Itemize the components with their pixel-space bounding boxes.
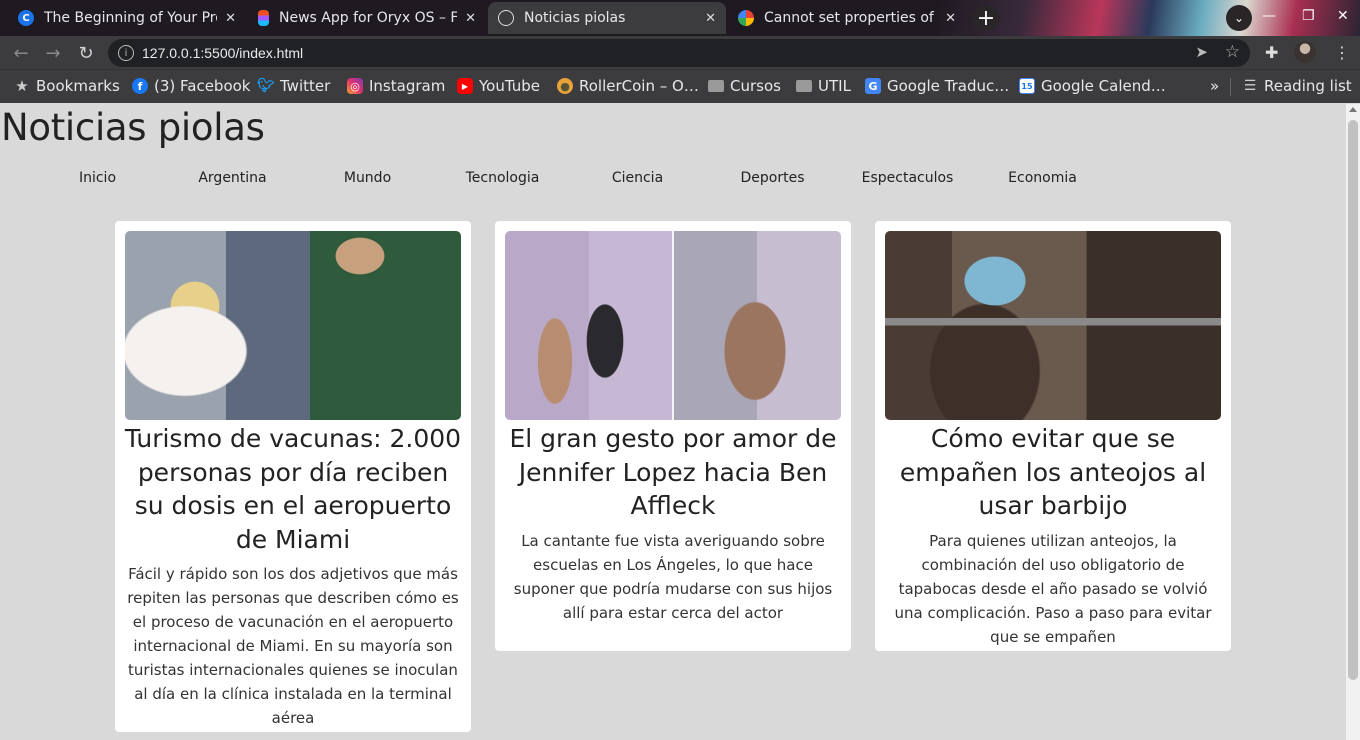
bookmark-folder-cursos[interactable]: Cursos (708, 77, 781, 95)
bookmark-label: Bookmarks (36, 77, 120, 95)
bookmark-folder-util[interactable]: UTIL (796, 77, 851, 95)
bookmark-label: (3) Facebook (154, 77, 251, 95)
folder-icon (708, 80, 724, 92)
nav-link-economia[interactable]: Economia (975, 170, 1110, 186)
reading-list-label: Reading list (1264, 77, 1352, 95)
tab-search-button[interactable]: ⌄ (1226, 5, 1252, 31)
nav-link-ciencia[interactable]: Ciencia (570, 170, 705, 186)
figma-icon (258, 10, 269, 26)
facebook-icon: f (132, 78, 148, 94)
page-scrollbar[interactable] (1346, 104, 1360, 740)
bookmark-label: YouTube (479, 77, 540, 95)
tab-news-app-figma[interactable]: News App for Oryx OS – Fi ✕ (248, 2, 486, 34)
youtube-icon: ▶ (457, 78, 473, 94)
tab-beginning[interactable]: C The Beginning of Your Pro ✕ (8, 2, 246, 34)
globe-icon (498, 10, 514, 26)
tab-strip: C The Beginning of Your Pro ✕ News App f… (0, 0, 1360, 36)
instagram-icon: ◎ (347, 78, 363, 94)
bookmark-youtube[interactable]: ▶ YouTube (457, 77, 540, 95)
rollercoin-icon: ● (557, 78, 573, 94)
reload-icon[interactable]: ↻ (73, 40, 99, 66)
extensions-puzzle-icon[interactable]: ✚ (1265, 43, 1278, 62)
tab-cannot-set-properties[interactable]: Cannot set properties of r ✕ (728, 2, 966, 34)
overflow-chevron-icon: » (1210, 77, 1220, 95)
scrollbar-thumb[interactable] (1348, 120, 1358, 680)
close-tab-icon[interactable]: ✕ (705, 11, 716, 26)
bookmark-label: Instagram (369, 77, 446, 95)
bookmark-label: Google Calend… (1041, 77, 1166, 95)
bookmark-label: RollerCoin – O… (579, 77, 699, 95)
tab-title: Noticias piolas (524, 10, 626, 26)
star-icon: ★ (15, 77, 29, 95)
bookmark-label: Cursos (730, 77, 781, 95)
google-calendar-icon: 15 (1019, 78, 1035, 94)
nav-link-inicio[interactable]: Inicio (30, 170, 165, 186)
reading-list-icon: ☰ (1243, 78, 1257, 94)
folder-icon (796, 80, 812, 92)
bookmark-instagram[interactable]: ◎ Instagram (347, 77, 445, 95)
bookmark-label: Twitter (280, 77, 331, 95)
bookmark-twitter[interactable]: 🐦︎ Twitter (257, 77, 331, 95)
browser-toolbar: ← → ↻ i 127.0.0.1:5500/index.html ➤ ☆ ✚ … (0, 36, 1360, 69)
bookmark-facebook[interactable]: f (3) Facebook (132, 77, 251, 95)
twitter-icon: 🐦︎ (257, 78, 275, 94)
bookmark-rollercoin[interactable]: ● RollerCoin – O… (557, 77, 699, 95)
nav-link-tecnologia[interactable]: Tecnologia (435, 170, 570, 186)
tab-title: The Beginning of Your Pro (44, 10, 218, 26)
news-card[interactable]: Turismo de vacunas: 2.000 personas por d… (115, 221, 471, 732)
reading-list-button[interactable]: ☰ Reading list (1242, 77, 1352, 95)
news-card-title[interactable]: El gran gesto por amor de Jennifer Lopez… (501, 422, 845, 523)
url-text[interactable]: 127.0.0.1:5500/index.html (142, 45, 303, 61)
close-tab-icon[interactable]: ✕ (945, 11, 956, 26)
tab-noticias-piolas[interactable]: Noticias piolas ✕ (488, 2, 726, 34)
nav-link-espectaculos[interactable]: Espectaculos (840, 170, 975, 186)
site-title: Noticias piolas (1, 106, 265, 149)
nav-link-deportes[interactable]: Deportes (705, 170, 840, 186)
google-translate-icon: G (865, 78, 881, 94)
address-bar[interactable]: i 127.0.0.1:5500/index.html ➤ ☆ (108, 39, 1250, 67)
news-card-summary: Para quienes utilizan anteojos, la combi… (894, 532, 1212, 646)
news-card-summary: La cantante fue vista averiguando sobre … (513, 532, 833, 622)
google-icon (738, 10, 754, 26)
tab-title: News App for Oryx OS – Fi (279, 10, 458, 26)
bookmark-bookmarks[interactable]: ★ Bookmarks (14, 77, 120, 95)
minimize-icon[interactable]: — (1262, 8, 1276, 24)
close-tab-icon[interactable]: ✕ (465, 11, 476, 26)
profile-avatar[interactable] (1294, 41, 1316, 63)
bookmarks-overflow-button[interactable]: » (1210, 77, 1219, 95)
send-to-device-icon[interactable]: ➤ (1195, 43, 1208, 61)
jlo-ben-affleck-photo[interactable] (505, 231, 841, 420)
c-favicon-icon: C (18, 10, 34, 26)
news-card-title[interactable]: Cómo evitar que se empañen los anteojos … (881, 422, 1225, 523)
new-tab-button[interactable]: + (972, 5, 1000, 31)
scroll-up-arrow-icon[interactable] (1349, 107, 1357, 112)
news-card[interactable]: El gran gesto por amor de Jennifer Lopez… (495, 221, 851, 651)
close-tab-icon[interactable]: ✕ (225, 11, 236, 26)
bookmark-google-translate[interactable]: G Google Traduc… (865, 77, 1009, 95)
menu-kebab-icon[interactable]: ⋮ (1334, 43, 1350, 62)
forward-icon[interactable]: → (40, 40, 66, 66)
bookmark-label: Google Traduc… (887, 77, 1010, 95)
close-window-icon[interactable]: ✕ (1337, 8, 1349, 24)
theme-artwork (940, 0, 1360, 36)
page-viewport: Noticias piolas Inicio Argentina Mundo T… (0, 104, 1346, 740)
bookmarks-divider (1230, 78, 1231, 96)
tab-title: Cannot set properties of r (764, 10, 938, 26)
back-icon[interactable]: ← (8, 40, 34, 66)
bookmark-star-icon[interactable]: ☆ (1225, 42, 1240, 62)
vaccination-photo[interactable] (125, 231, 461, 420)
bookmark-google-calendar[interactable]: 15 Google Calend… (1019, 77, 1166, 95)
news-card-summary: Fácil y rápido son los dos adjetivos que… (127, 565, 459, 727)
site-info-icon[interactable]: i (118, 45, 134, 61)
bookmarks-bar: ★ Bookmarks f (3) Facebook 🐦︎ Twitter ◎ … (0, 69, 1360, 103)
nav-link-argentina[interactable]: Argentina (165, 170, 300, 186)
maximize-icon[interactable]: ❐ (1302, 8, 1315, 24)
face-shield-photo[interactable] (885, 231, 1221, 420)
news-card[interactable]: Cómo evitar que se empañen los anteojos … (875, 221, 1231, 651)
news-card-title[interactable]: Turismo de vacunas: 2.000 personas por d… (121, 422, 465, 556)
nav-link-mundo[interactable]: Mundo (300, 170, 435, 186)
bookmark-label: UTIL (818, 77, 851, 95)
